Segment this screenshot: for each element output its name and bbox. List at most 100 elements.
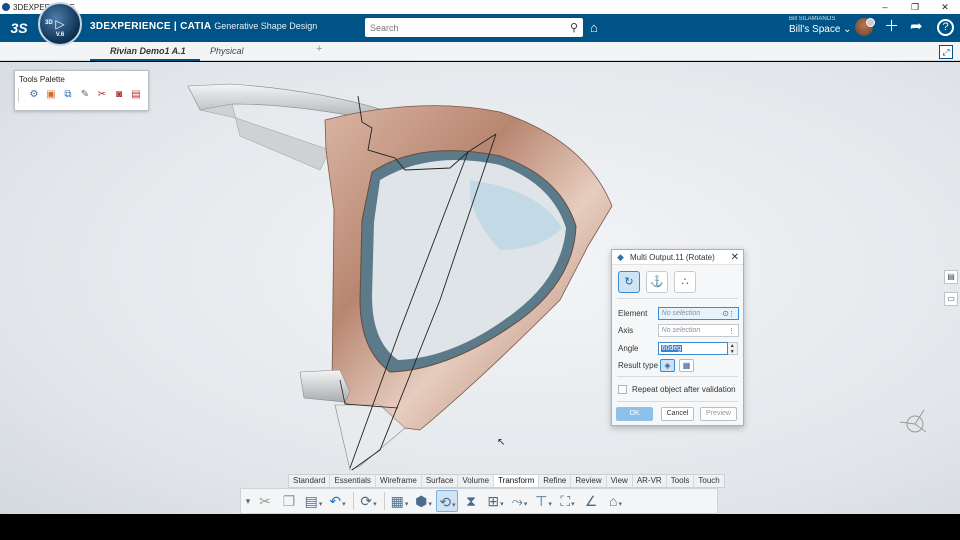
result-volume-button[interactable]: ▦	[679, 359, 694, 372]
three-points-mode-button[interactable]: ∴	[674, 271, 696, 293]
action-bar-collapse-icon[interactable]: ▾	[244, 490, 252, 512]
dialog-close-button[interactable]: ✕	[731, 252, 739, 263]
dialog-buttons: OK Cancel Preview	[616, 407, 737, 421]
search-input[interactable]	[365, 18, 565, 37]
window-titlebar: 3DEXPERIENCE – ❐ ✕	[0, 0, 960, 14]
tag-icon[interactable]: ⌂	[590, 20, 598, 35]
curve-analysis-icon[interactable]: ∠	[580, 490, 602, 512]
ds-logo-icon[interactable]: 3S	[4, 20, 34, 36]
side-panel-icon[interactable]: ▤	[944, 270, 958, 284]
snapshot-icon[interactable]: ⧉	[61, 88, 75, 102]
rotate-dialog[interactable]: ◆ Multi Output.11 (Rotate) ✕ ↻ ⚓ ∴ Eleme…	[611, 249, 744, 426]
share-icon[interactable]: ➦	[910, 19, 923, 35]
rotate-mode-row: ↻ ⚓ ∴	[617, 265, 738, 299]
axis-angle-mode-button[interactable]: ↻	[618, 271, 640, 293]
paste-icon[interactable]: ▤	[302, 490, 324, 512]
maximize-button[interactable]: ❐	[900, 2, 930, 13]
repeat-checkbox[interactable]	[618, 385, 627, 394]
tab-tools[interactable]: Tools	[667, 475, 695, 487]
close-window-button[interactable]: ✕	[930, 2, 960, 13]
result-surface-button[interactable]: ◈	[660, 359, 675, 372]
rotate-icon[interactable]: ⟲	[436, 490, 458, 512]
extrapolate-icon[interactable]: ⤳	[508, 490, 530, 512]
tab-review[interactable]: Review	[571, 475, 607, 487]
part-model[interactable]	[0, 62, 960, 514]
help-icon[interactable]: ?	[937, 19, 954, 36]
copy-icon[interactable]: ❐	[278, 490, 300, 512]
axis-two-elements-mode-button[interactable]: ⚓	[646, 271, 668, 293]
space-selector[interactable]: Bill's Space ⌄	[789, 24, 852, 35]
preview-button[interactable]: Preview	[700, 407, 737, 421]
element-value: No selection	[661, 310, 701, 317]
result-type-label: Result type	[618, 361, 659, 370]
knowledge-icon[interactable]: ✂	[95, 88, 109, 102]
axis-label: Axis	[618, 326, 634, 335]
axis-to-axis-icon[interactable]: ⛶	[556, 490, 578, 512]
top-app-bar: 3S 3DEXPERIENCE | CATIA Generative Shape…	[0, 14, 960, 42]
tools-palette-title: Tools Palette	[19, 75, 65, 84]
play-icon[interactable]: ▷	[55, 17, 64, 31]
add-icon[interactable]: ＋	[884, 19, 899, 35]
element-menu-icon[interactable]: ⋮	[728, 310, 735, 318]
catalog-icon[interactable]: ▣	[44, 88, 58, 102]
tab-ar-vr[interactable]: AR-VR	[633, 475, 667, 487]
3d-viewport[interactable]	[0, 62, 960, 514]
measure-icon[interactable]: ⚙	[27, 88, 41, 102]
tab-touch[interactable]: Touch	[694, 475, 723, 487]
axis-field[interactable]: No selection ⋮	[657, 324, 739, 337]
tools-more-icon[interactable]: ⌂	[604, 490, 626, 512]
array-icon[interactable]: ⊞	[484, 490, 506, 512]
cut-icon[interactable]: ✂	[254, 490, 276, 512]
affinity-icon[interactable]: ⊤	[532, 490, 554, 512]
tab-transform[interactable]: Transform	[494, 475, 540, 487]
sketch-icon[interactable]: ✎	[78, 88, 92, 102]
user-space[interactable]: Bill SILAMIANOS Bill's Space ⌄	[789, 16, 852, 35]
element-label: Element	[618, 309, 648, 318]
tab-wireframe[interactable]: Wireframe	[376, 475, 422, 487]
axis-row: Axis No selection ⋮	[618, 324, 739, 337]
tab-essentials[interactable]: Essentials	[330, 475, 376, 487]
brand-title: 3DEXPERIENCE | CATIA Generative Shape De…	[90, 21, 317, 32]
capture-icon[interactable]: ◙	[112, 88, 126, 102]
angle-field[interactable]: 60deg ▲ ▼	[657, 342, 739, 355]
axis-value: No selection	[661, 327, 701, 334]
add-tab-button[interactable]: +	[316, 43, 322, 55]
window-controls: – ❐ ✕	[870, 2, 960, 13]
dialog-titlebar[interactable]: ◆ Multi Output.11 (Rotate) ✕	[612, 250, 743, 265]
minimize-button[interactable]: –	[870, 2, 900, 13]
cancel-button[interactable]: Cancel	[661, 407, 694, 421]
symmetry-icon[interactable]: ⧗	[460, 490, 482, 512]
side-tools-icon[interactable]: ▭	[944, 292, 958, 306]
avatar[interactable]	[855, 18, 875, 36]
ok-button[interactable]: OK	[616, 407, 653, 421]
tab-view[interactable]: View	[607, 475, 633, 487]
undo-icon[interactable]: ↶	[326, 490, 348, 512]
tools-palette-icons: ⚙ ▣ ⧉ ✎ ✂ ◙ ▤	[18, 88, 148, 102]
element-field[interactable]: No selection ⊙ ⋮	[657, 307, 739, 320]
tab-surface[interactable]: Surface	[422, 475, 459, 487]
expand-icon[interactable]: ⤢	[939, 45, 953, 59]
rotate-dialog-icon: ◆	[617, 252, 624, 262]
compass-widget[interactable]: 3D ▷ V.6	[38, 2, 82, 46]
axis-menu-icon[interactable]: ⋮	[728, 327, 735, 335]
result-type-row: Result type ◈ ▦	[618, 359, 739, 372]
translate-icon[interactable]: ⬢	[412, 490, 434, 512]
app-name: Generative Shape Design	[214, 21, 318, 31]
search-box[interactable]: ⚲	[365, 18, 583, 37]
tools-palette[interactable]: Tools Palette ⚙ ▣ ⧉ ✎ ✂ ◙ ▤	[14, 70, 149, 111]
repeat-label: Repeat object after validation	[632, 385, 736, 394]
search-icon[interactable]: ⚲	[565, 21, 583, 34]
angle-input[interactable]: 60deg	[657, 342, 728, 355]
annotation-icon[interactable]: ▤	[129, 88, 143, 102]
angle-spinner[interactable]: ▲ ▼	[727, 342, 738, 355]
tab-refine[interactable]: Refine	[539, 475, 572, 487]
app-icon	[2, 3, 10, 11]
tab-rivian-demo[interactable]: Rivian Demo1 A.1	[90, 42, 200, 61]
tab-volume[interactable]: Volume	[458, 475, 495, 487]
dialog-title: Multi Output.11 (Rotate)	[630, 252, 715, 262]
angle-row: Angle 60deg ▲ ▼	[618, 342, 739, 355]
pattern-icon[interactable]: ▦	[388, 490, 410, 512]
update-icon[interactable]: ⟳	[357, 490, 379, 512]
tab-standard[interactable]: Standard	[289, 475, 331, 487]
tab-physical-product[interactable]: Physical Product00499188	[210, 42, 310, 74]
